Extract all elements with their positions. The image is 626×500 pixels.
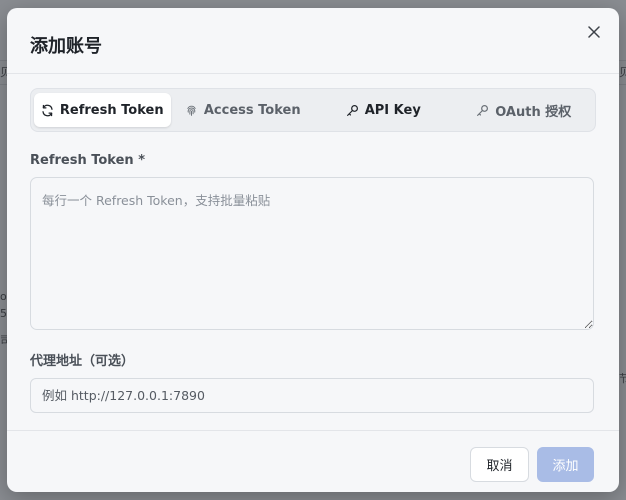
dialog-body: Refresh Token Access Token API Key OAuth… <box>7 74 619 413</box>
close-button[interactable] <box>583 21 605 43</box>
tab-oauth[interactable]: OAuth 授权 <box>456 93 593 127</box>
tab-label: Access Token <box>203 102 301 118</box>
background-text: 贝 <box>619 66 626 79</box>
background-text: 节 <box>619 372 626 385</box>
close-icon <box>588 26 600 38</box>
tab-label: OAuth 授权 <box>495 104 572 120</box>
background-text: o <box>0 290 7 303</box>
proxy-input[interactable] <box>30 378 594 413</box>
tab-refresh-token[interactable]: Refresh Token <box>34 93 171 127</box>
tab-api-key[interactable]: API Key <box>315 93 452 127</box>
key-icon <box>477 104 489 116</box>
proxy-label: 代理地址（可选） <box>30 354 135 369</box>
fingerprint-icon <box>187 105 196 116</box>
dialog-header: 添加账号 <box>7 8 619 74</box>
refresh-token-input[interactable] <box>30 177 594 330</box>
tab-access-token[interactable]: Access Token <box>175 93 312 127</box>
add-account-dialog: 添加账号 Refresh Token Access Token API Key … <box>7 8 619 492</box>
add-button[interactable]: 添加 <box>537 447 594 482</box>
tab-label: API Key <box>364 102 421 118</box>
cancel-button[interactable]: 取消 <box>470 447 529 482</box>
refresh-icon <box>42 104 53 116</box>
dialog-footer: 取消 添加 <box>7 430 619 492</box>
key-icon <box>346 104 358 116</box>
refresh-token-label: Refresh Token * <box>30 153 145 168</box>
auth-type-tabs: Refresh Token Access Token API Key OAuth… <box>30 88 596 132</box>
dialog-title: 添加账号 <box>30 36 102 57</box>
tab-label: Refresh Token <box>59 102 164 118</box>
